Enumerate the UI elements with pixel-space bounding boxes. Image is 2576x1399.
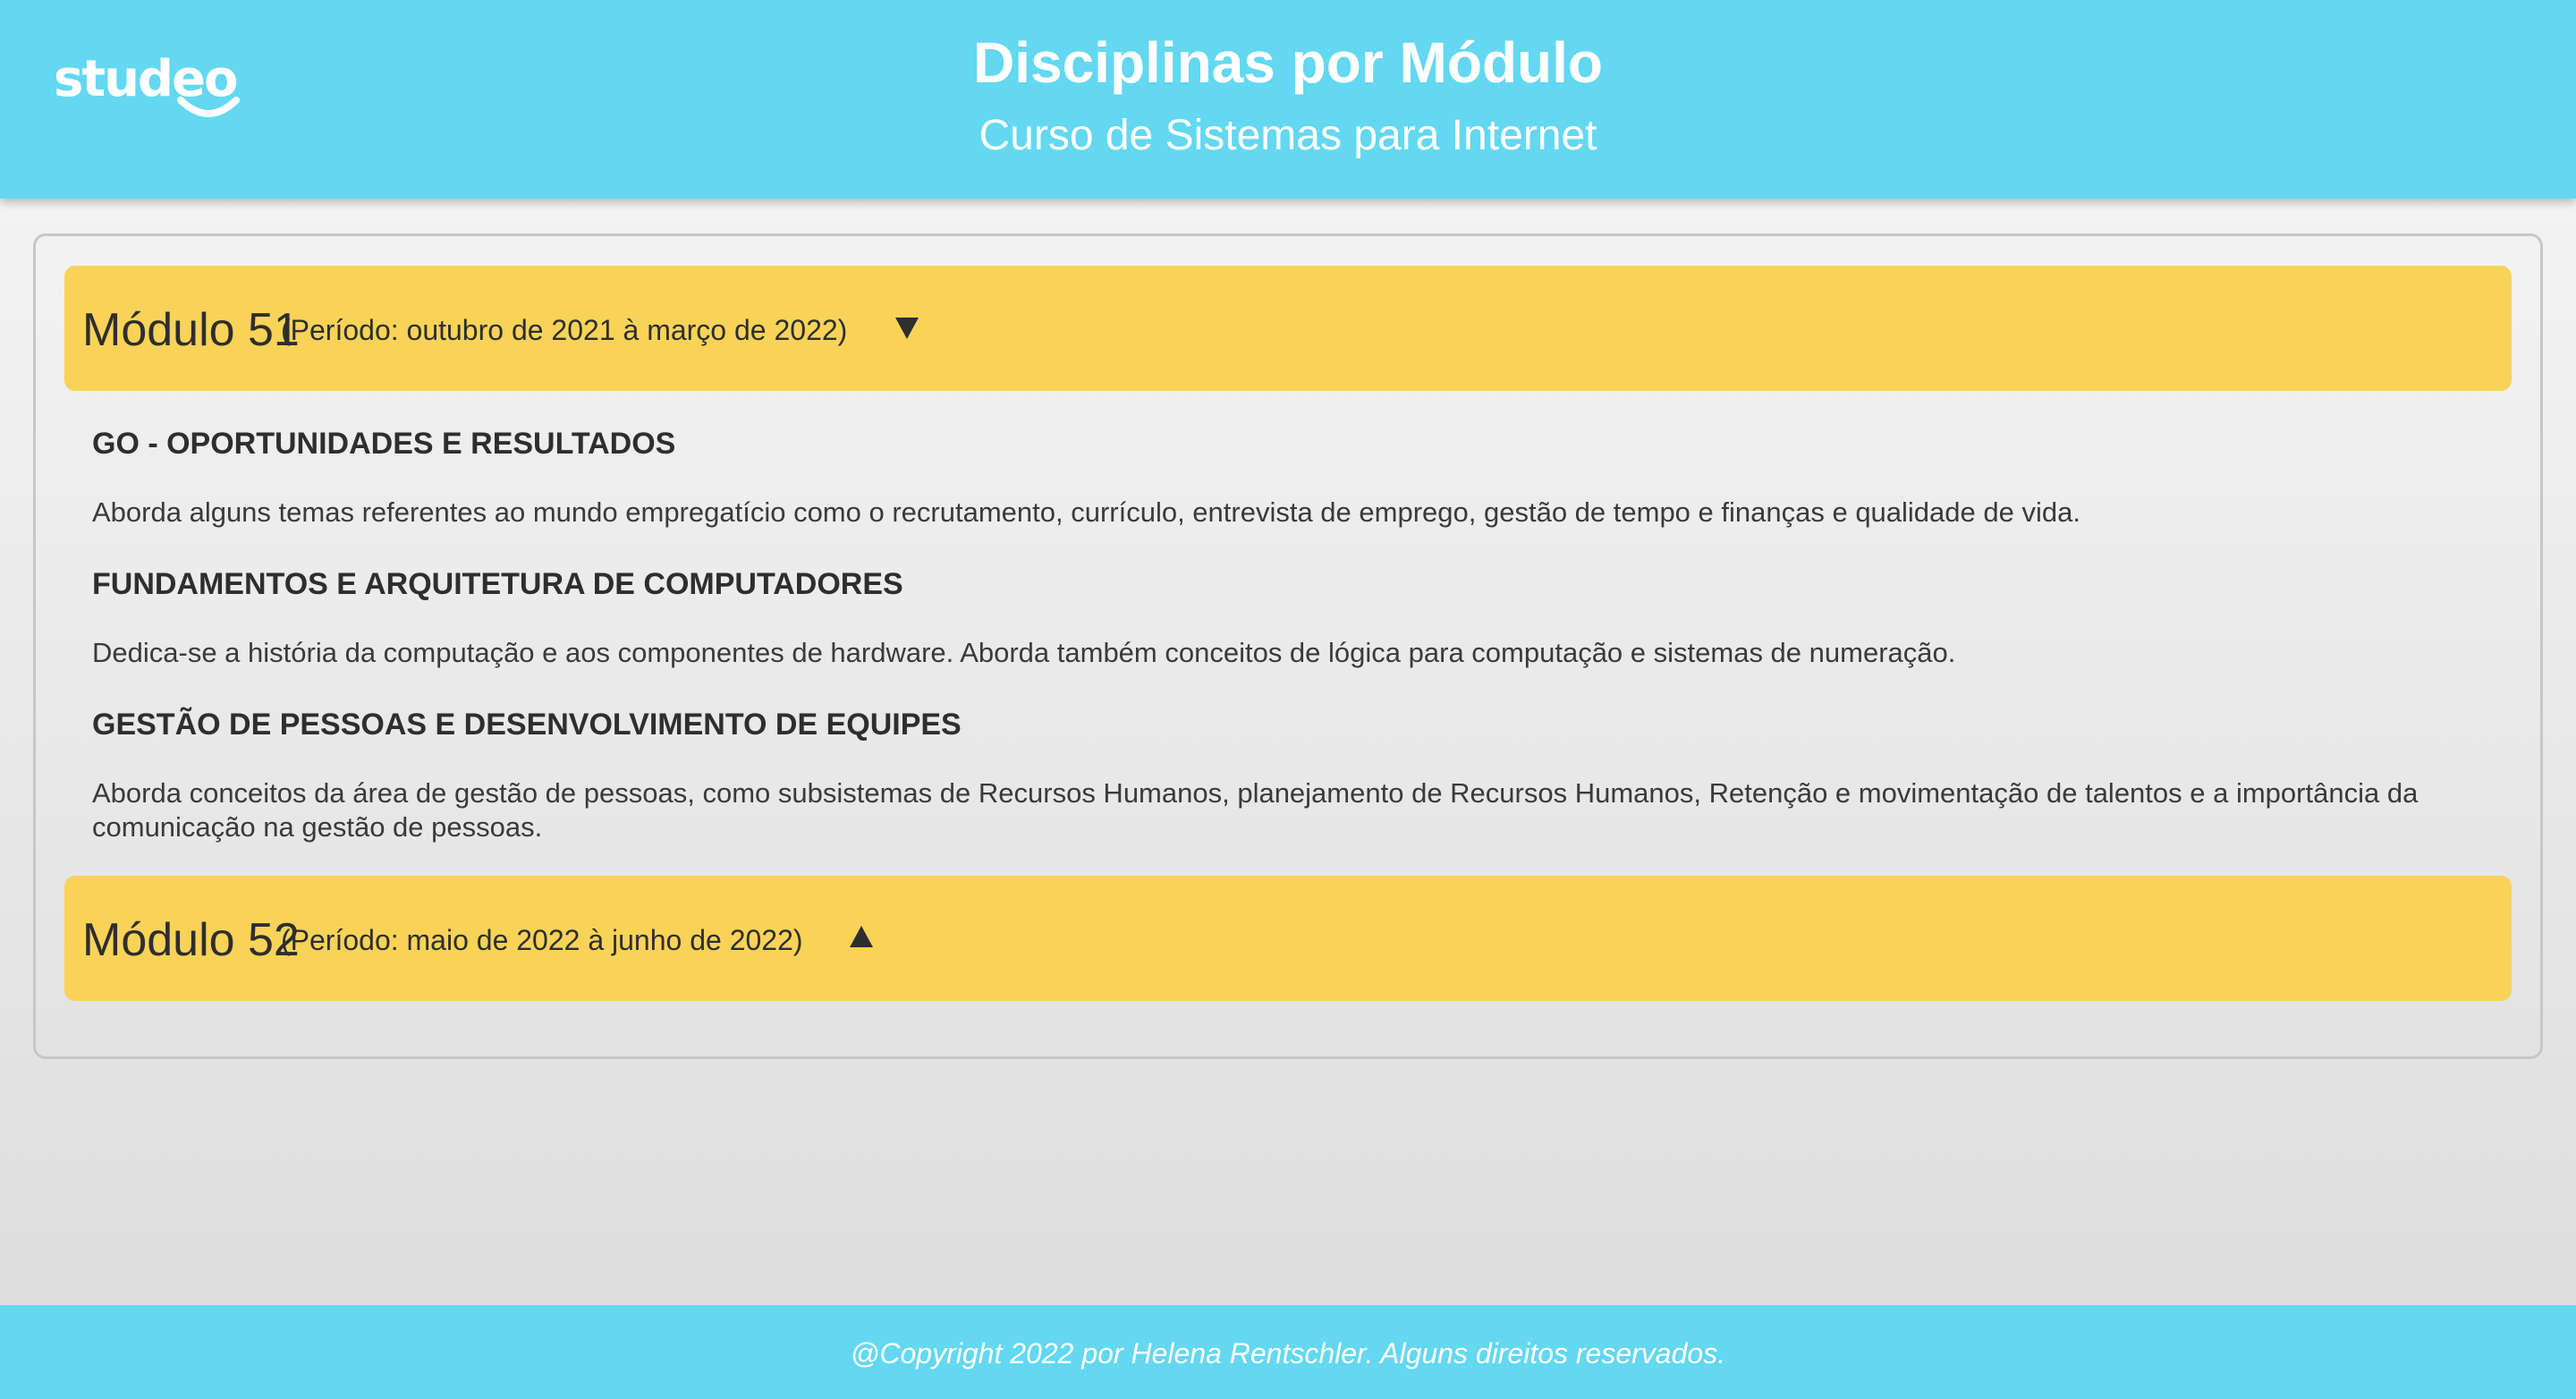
subject-description: Dedica-se a história da computação e aos… — [92, 637, 1956, 668]
module-52-header[interactable]: Módulo 52 (Período: maio de 2022 à junho… — [64, 876, 2512, 1001]
module-period: (Período: maio de 2022 à junho de 2022) — [281, 924, 803, 956]
subject-description: Aborda conceitos da área de gestão de pe… — [92, 777, 2419, 843]
module-51-header[interactable]: Módulo 51 (Período: outubro de 2021 à ma… — [64, 266, 2512, 391]
copyright-text: @Copyright 2022 por Helena Rentschler. A… — [850, 1337, 1726, 1369]
module-title: Módulo 52 — [82, 914, 300, 966]
subject-title: FUNDAMENTOS E ARQUITETURA DE COMPUTADORE… — [92, 567, 903, 601]
module-title: Módulo 51 — [82, 304, 300, 356]
subject-title: GESTÃO DE PESSOAS E DESENVOLVIMENTO DE E… — [92, 708, 962, 742]
page-title: Disciplinas por Módulo — [972, 30, 1604, 95]
page-footer: @Copyright 2022 por Helena Rentschler. A… — [0, 1305, 2576, 1399]
modules-container: Módulo 51 (Período: outubro de 2021 à ma… — [33, 233, 2543, 1059]
caret-down-icon — [895, 318, 919, 339]
page-subtitle: Curso de Sistemas para Internet — [979, 112, 1597, 159]
page-header: studeo Disciplinas por Módulo Curso de S… — [0, 0, 2576, 199]
subject-title: GO - OPORTUNIDADES E RESULTADOS — [92, 427, 676, 461]
module-period: (Período: outubro de 2021 à março de 202… — [281, 314, 848, 346]
caret-up-icon — [850, 926, 873, 947]
subject-description: Aborda alguns temas referentes ao mundo … — [92, 496, 2080, 528]
